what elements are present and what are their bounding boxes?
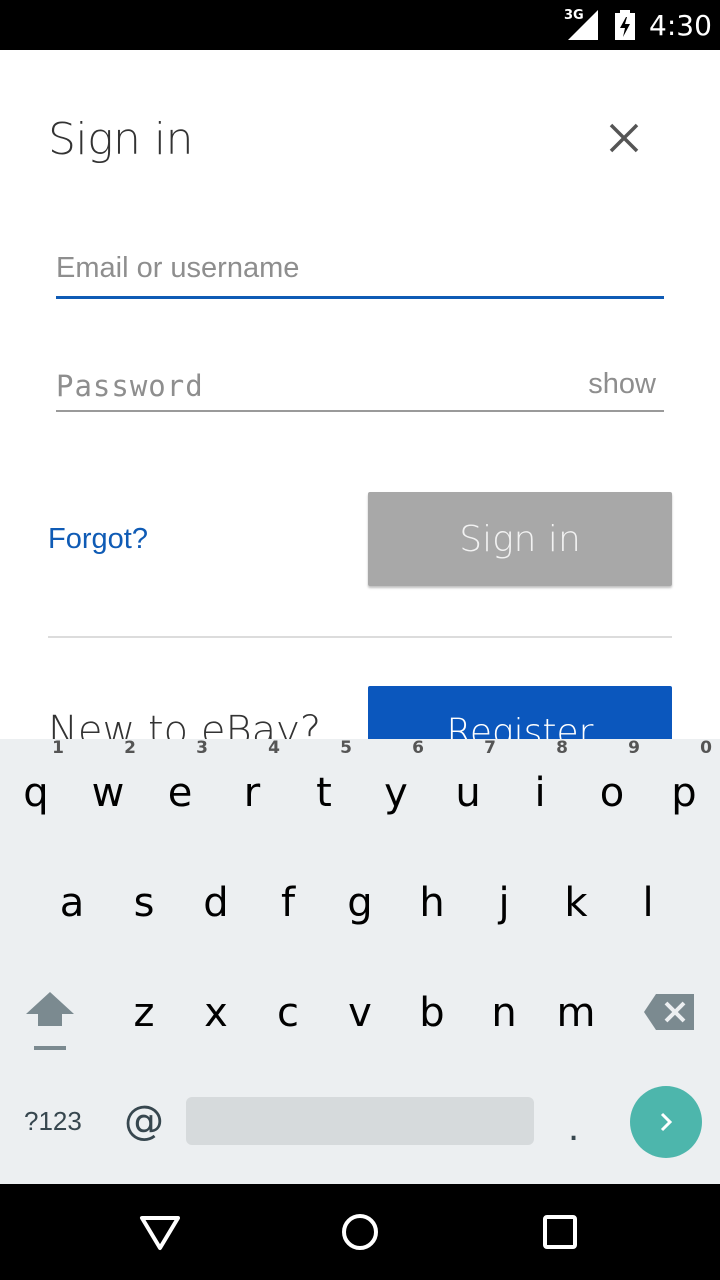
key-m[interactable]: m (540, 990, 612, 1036)
chevron-right-icon (660, 1112, 673, 1132)
key-p[interactable]: 0p (648, 738, 720, 816)
recents-square-icon[interactable] (542, 1214, 578, 1250)
key-g[interactable]: g (324, 880, 396, 926)
key-b[interactable]: b (396, 990, 468, 1036)
password-field[interactable]: show (56, 362, 664, 412)
key-a[interactable]: a (36, 880, 108, 926)
key-e[interactable]: 3e (144, 738, 216, 816)
key-h[interactable]: h (396, 880, 468, 926)
back-triangle-icon[interactable] (138, 1212, 182, 1252)
key-d[interactable]: d (180, 880, 252, 926)
home-circle-icon[interactable] (340, 1212, 380, 1252)
status-bar: 3G 4:30 (0, 0, 720, 50)
period-key[interactable]: . (568, 1105, 579, 1150)
key-t[interactable]: 5t (288, 738, 360, 816)
key-x[interactable]: x (180, 990, 252, 1036)
close-icon[interactable] (600, 114, 648, 162)
battery-icon (615, 10, 635, 40)
page-title: Sign in (48, 114, 194, 165)
key-n[interactable]: n (468, 990, 540, 1036)
navigation-bar (0, 1184, 720, 1280)
backspace-icon[interactable] (642, 990, 698, 1034)
key-s[interactable]: s (108, 880, 180, 926)
key-u[interactable]: 7u (432, 738, 504, 816)
forgot-link[interactable]: Forgot? (48, 523, 148, 556)
space-key[interactable] (186, 1097, 534, 1145)
symbols-key[interactable]: ?123 (24, 1106, 82, 1137)
key-v[interactable]: v (324, 990, 396, 1036)
email-field[interactable] (56, 244, 664, 299)
key-k[interactable]: k (540, 880, 612, 926)
divider (48, 636, 672, 638)
key-w[interactable]: 2w (72, 738, 144, 816)
key-y[interactable]: 6y (360, 738, 432, 816)
key-f[interactable]: f (252, 880, 324, 926)
show-password-toggle[interactable]: show (588, 368, 656, 401)
sign-in-button[interactable]: Sign in (368, 492, 672, 586)
key-l[interactable]: l (612, 880, 684, 926)
password-input[interactable] (56, 362, 536, 410)
key-o[interactable]: 9o (576, 738, 648, 816)
go-key[interactable] (630, 1086, 702, 1158)
at-key[interactable]: @ (124, 1098, 164, 1144)
key-c[interactable]: c (252, 990, 324, 1036)
key-j[interactable]: j (468, 880, 540, 926)
signal-icon (568, 10, 598, 40)
key-r[interactable]: 4r (216, 738, 288, 816)
email-input[interactable] (56, 244, 536, 292)
clock: 4:30 (649, 9, 712, 42)
key-z[interactable]: z (108, 990, 180, 1036)
key-q[interactable]: 1q (0, 738, 72, 816)
key-i[interactable]: 8i (504, 738, 576, 816)
shift-icon[interactable] (22, 990, 78, 1052)
